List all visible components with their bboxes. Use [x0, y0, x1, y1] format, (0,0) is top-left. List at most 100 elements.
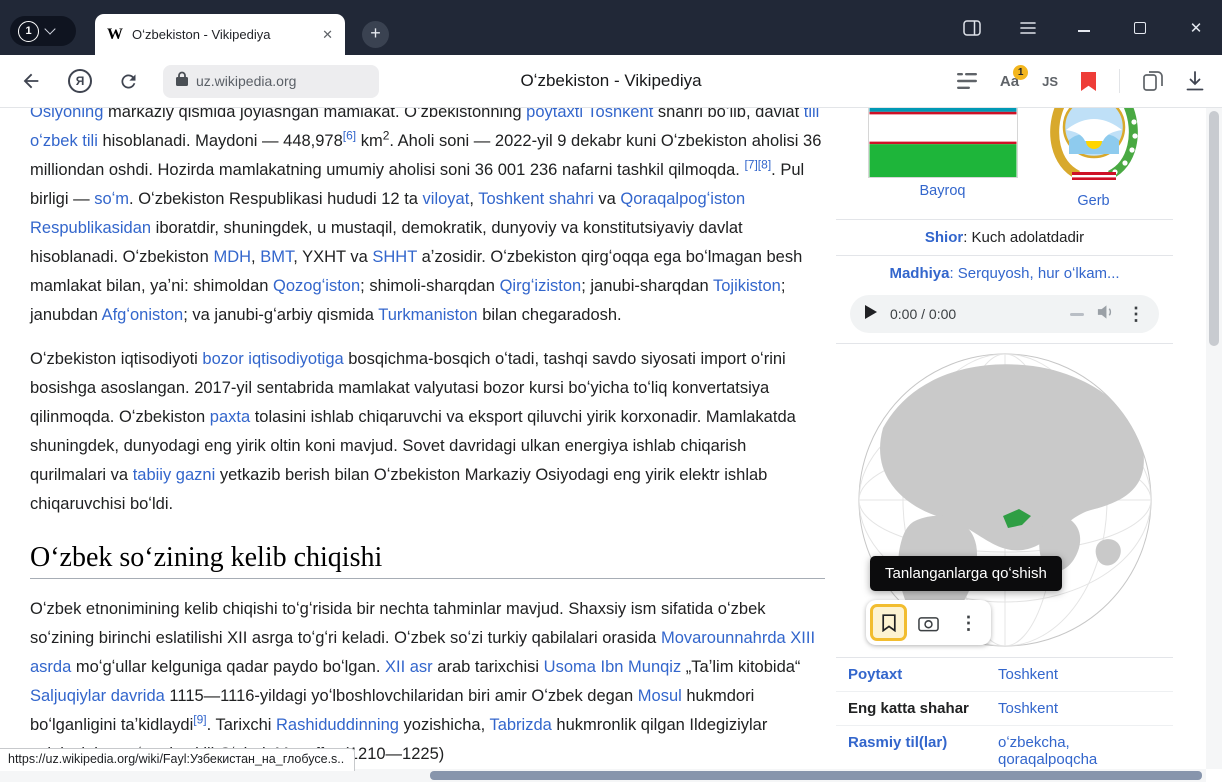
- article-link[interactable]: viloyat: [423, 190, 470, 208]
- page-title: Oʻzbekiston - Vikipediya: [520, 71, 701, 91]
- infobox: Bayroq: [836, 108, 1173, 777]
- row-value-link[interactable]: Toshkent: [998, 700, 1163, 717]
- text-run: ,: [251, 248, 260, 266]
- article-link[interactable]: Qozogʻiston: [273, 277, 360, 295]
- flag-caption-link[interactable]: Bayroq: [868, 183, 1018, 199]
- vertical-scrollbar[interactable]: [1206, 108, 1222, 769]
- reader-mode-icon[interactable]: [957, 73, 977, 89]
- chevron-down-icon: [44, 23, 55, 34]
- row-label-link[interactable]: Poytaxt: [848, 666, 998, 683]
- emblem-block: Gerb: [1046, 108, 1142, 209]
- table-row: Poytaxt Toshkent: [836, 658, 1173, 692]
- article-link[interactable]: Saljuqiylar davrida: [30, 687, 165, 705]
- text-run: Oʻzbekiston iqtisodiyoti: [30, 350, 202, 368]
- audio-player: 0:00 / 0:00 ⋮: [850, 295, 1159, 333]
- article-link[interactable]: poytaxti Toshkent: [526, 108, 653, 121]
- vertical-scrollbar-thumb[interactable]: [1209, 111, 1219, 346]
- article-link[interactable]: soʻm: [94, 190, 129, 208]
- article-paragraph: Oʻzbekiston iqtisodiyoti bozor iqtisodiy…: [30, 345, 825, 519]
- menu-icon[interactable]: [1018, 18, 1038, 38]
- article-link[interactable]: Rashiduddinning: [276, 716, 399, 734]
- js-icon[interactable]: JS: [1042, 74, 1058, 89]
- infobox-table: Poytaxt Toshkent Eng katta shahar Toshke…: [836, 657, 1173, 777]
- text-run: , YXHT va: [293, 248, 372, 266]
- lock-icon[interactable]: [176, 71, 188, 91]
- close-button[interactable]: ✕: [1186, 18, 1206, 38]
- article-link[interactable]: [9]: [193, 713, 206, 727]
- infobox-media-row: Bayroq: [836, 108, 1173, 219]
- player-menu-icon[interactable]: ⋮: [1127, 305, 1145, 323]
- maximize-button[interactable]: [1130, 18, 1150, 38]
- article-link[interactable]: Qirgʻiziston: [500, 277, 582, 295]
- translate-icon[interactable]: Aа 1: [1000, 73, 1019, 90]
- text-run: ; va janubi-gʻarbiy qismida: [183, 306, 378, 324]
- bookmark-icon[interactable]: [1081, 72, 1096, 91]
- article-link[interactable]: Afgʻoniston: [102, 306, 184, 324]
- article-link[interactable]: BMT: [260, 248, 293, 266]
- wikipedia-favicon: W: [107, 26, 123, 44]
- toolbar-divider: [1119, 69, 1120, 93]
- translate-badge: 1: [1013, 65, 1028, 80]
- article-link[interactable]: Usoma Ibn Munqiz: [544, 658, 682, 676]
- collections-icon[interactable]: [1143, 71, 1163, 91]
- browser-tab[interactable]: W Oʻzbekiston - Vikipediya ✕: [95, 14, 345, 55]
- screenshot-button[interactable]: [910, 604, 947, 641]
- text-run: arab tarixchisi: [433, 658, 544, 676]
- motto-link[interactable]: Shior: [925, 229, 963, 246]
- seek-bar[interactable]: [968, 313, 1084, 316]
- add-to-favorites-button[interactable]: [870, 604, 907, 641]
- emblem-caption-link[interactable]: Gerb: [1046, 193, 1142, 209]
- row-value-link[interactable]: oʻzbekcha, qoraqalpoqcha: [998, 734, 1163, 768]
- tab-title: Oʻzbekiston - Vikipediya: [132, 27, 313, 42]
- article-link[interactable]: paxta: [210, 408, 250, 426]
- download-icon[interactable]: [1186, 71, 1204, 91]
- play-icon[interactable]: [864, 304, 878, 324]
- text-run: 1115—1116-yildagi yoʻlboshlovchilaridan …: [165, 687, 638, 705]
- text-run: yozishicha,: [399, 716, 490, 734]
- article-link[interactable]: Osiyoning: [30, 108, 103, 121]
- tab-close-icon[interactable]: ✕: [322, 27, 333, 43]
- new-tab-button[interactable]: +: [362, 21, 389, 48]
- text-run: hisoblanadi. Maydoni — 448,978: [98, 132, 343, 150]
- reload-button[interactable]: [118, 71, 139, 92]
- text-run: ; janubi-sharqdan: [581, 277, 713, 295]
- text-run: va: [594, 190, 621, 208]
- toolbar-right-icons: Aа 1 JS: [957, 55, 1204, 108]
- row-label-link[interactable]: Rasmiy til(lar): [848, 734, 998, 768]
- text-run: . Tarixchi: [207, 716, 276, 734]
- coat-of-arms-image[interactable]: [1046, 108, 1142, 184]
- article-link[interactable]: Mosul: [638, 687, 682, 705]
- sidebar-panel-icon[interactable]: [962, 18, 982, 38]
- article-link[interactable]: bozor iqtisodiyotiga: [202, 350, 343, 368]
- article-link[interactable]: tabiiy gazni: [133, 466, 216, 484]
- flag-image[interactable]: [868, 108, 1018, 178]
- yandex-icon[interactable]: Я: [68, 69, 92, 93]
- player-time: 0:00 / 0:00: [890, 306, 956, 322]
- text-run: „Taʼlim kitobida“: [681, 658, 800, 676]
- volume-icon[interactable]: [1096, 304, 1115, 324]
- minimize-button[interactable]: [1074, 18, 1094, 38]
- address-bar[interactable]: uz.wikipedia.org: [163, 65, 379, 98]
- horizontal-scrollbar-thumb[interactable]: [430, 771, 1202, 780]
- toolbar: Я uz.wikipedia.org Oʻzbekiston - Vikiped…: [0, 55, 1222, 108]
- browser-window: 1 W Oʻzbekiston - Vikipediya ✕ + ✕ Я: [0, 0, 1222, 782]
- address-url: uz.wikipedia.org: [196, 73, 296, 89]
- anthem-title-link[interactable]: : Serquyosh, hur oʻlkam...: [949, 265, 1119, 282]
- back-button[interactable]: [20, 70, 42, 92]
- article-link[interactable]: SHHT: [372, 248, 417, 266]
- text-run: bilan chegaradosh.: [478, 306, 622, 324]
- article-link[interactable]: Tojikiston: [713, 277, 781, 295]
- article-link[interactable]: Toshkent shahri: [478, 190, 594, 208]
- row-value-link[interactable]: Toshkent: [998, 666, 1163, 683]
- tab-group-chip[interactable]: 1: [10, 16, 76, 46]
- row-label: Eng katta shahar: [848, 700, 998, 717]
- article-link[interactable]: Turkmaniston: [378, 306, 477, 324]
- anthem-link[interactable]: Madhiya: [889, 265, 949, 282]
- article-link[interactable]: [7][8]: [744, 158, 771, 172]
- article-link[interactable]: MDH: [213, 248, 251, 266]
- article-link[interactable]: XII asr: [385, 658, 433, 676]
- text-run: moʻgʻullar kelguniga qadar paydo boʻlgan…: [71, 658, 385, 676]
- article-link[interactable]: [6]: [343, 129, 356, 143]
- more-actions-button[interactable]: ⋮: [950, 604, 987, 641]
- article-link[interactable]: Tabrizda: [489, 716, 551, 734]
